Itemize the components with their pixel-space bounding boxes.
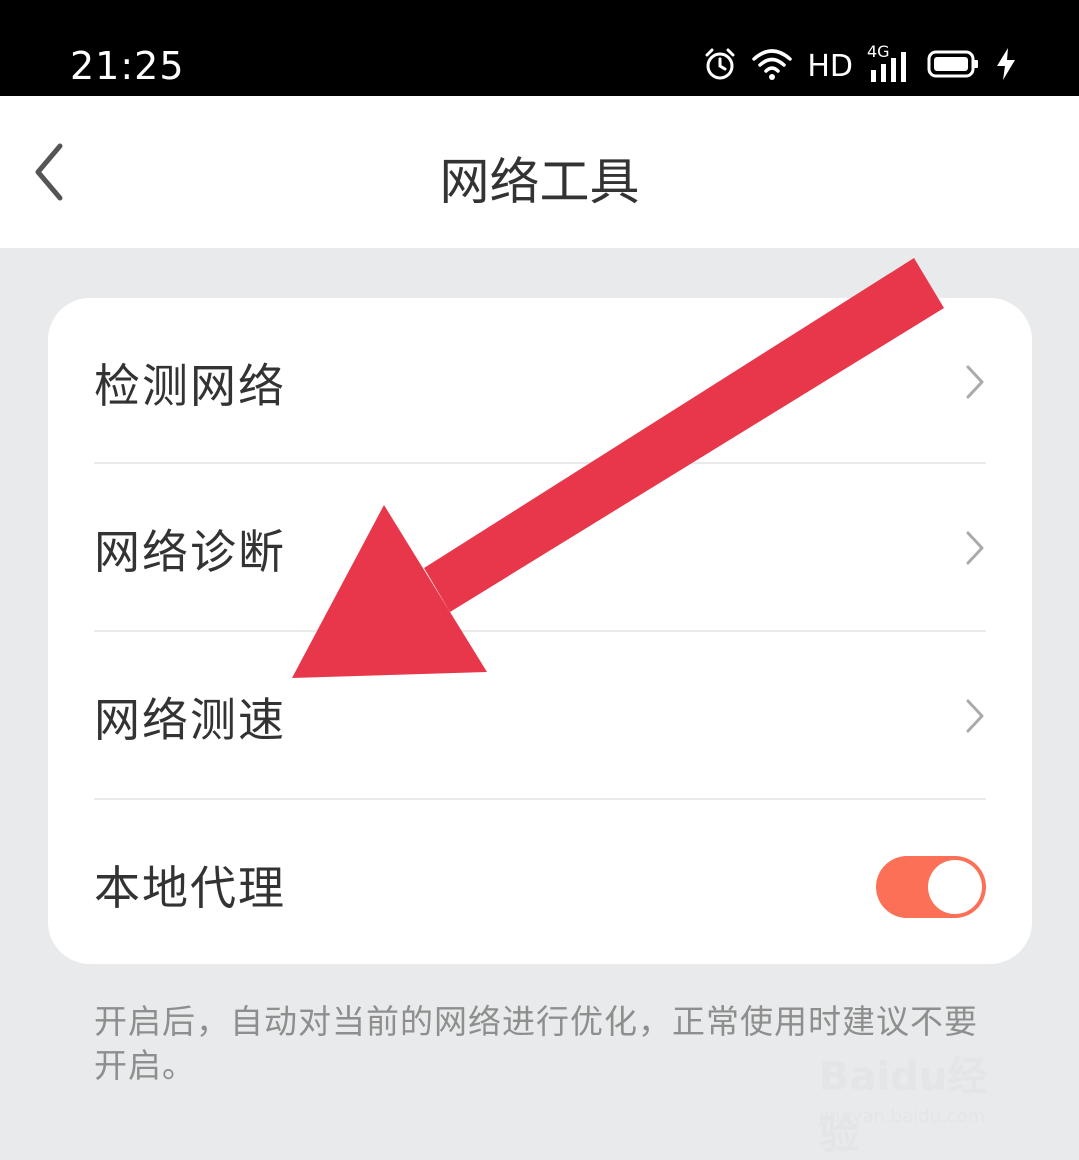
menu-item-label: 本地代理 — [94, 861, 286, 915]
network-tools-page: 21:25 HD 4G 网络工具 检测网络 网络诊断 网络测速 本地代理 开启后… — [0, 0, 1079, 1160]
menu-item-speed-test[interactable]: 网络测速 — [94, 632, 986, 800]
menu-item-detect-network[interactable]: 检测网络 — [94, 298, 986, 466]
settings-card: 检测网络 网络诊断 网络测速 本地代理 — [48, 298, 1032, 964]
chevron-right-icon — [966, 699, 984, 733]
menu-item-local-proxy: 本地代理 — [94, 800, 986, 968]
watermark-brand: Baidu经验 — [819, 1054, 988, 1158]
watermark-url: jingyan.baidu.com — [819, 1106, 986, 1127]
signal-icon: 4G — [867, 42, 913, 84]
header: 网络工具 — [0, 96, 1079, 248]
battery-icon — [927, 48, 981, 84]
hd-label: HD — [807, 48, 853, 84]
wifi-icon — [751, 47, 793, 85]
menu-item-label: 网络诊断 — [94, 525, 286, 579]
status-bar: 21:25 HD 4G — [0, 0, 1079, 96]
status-icons: HD 4G — [703, 42, 1017, 86]
alarm-icon — [703, 47, 737, 85]
chevron-right-icon — [966, 531, 984, 565]
toggle-knob — [928, 860, 982, 914]
charging-icon — [995, 47, 1017, 85]
baidu-jingyan-watermark: Baidu经验 jingyan.baidu.com — [819, 1044, 1019, 1158]
menu-item-network-diagnosis[interactable]: 网络诊断 — [94, 464, 986, 632]
status-time: 21:25 — [70, 44, 185, 88]
chevron-right-icon — [966, 365, 984, 399]
page-title: 网络工具 — [439, 153, 640, 211]
menu-item-label: 网络测速 — [94, 693, 286, 747]
menu-item-label: 检测网络 — [94, 359, 286, 413]
local-proxy-toggle[interactable] — [876, 856, 986, 918]
